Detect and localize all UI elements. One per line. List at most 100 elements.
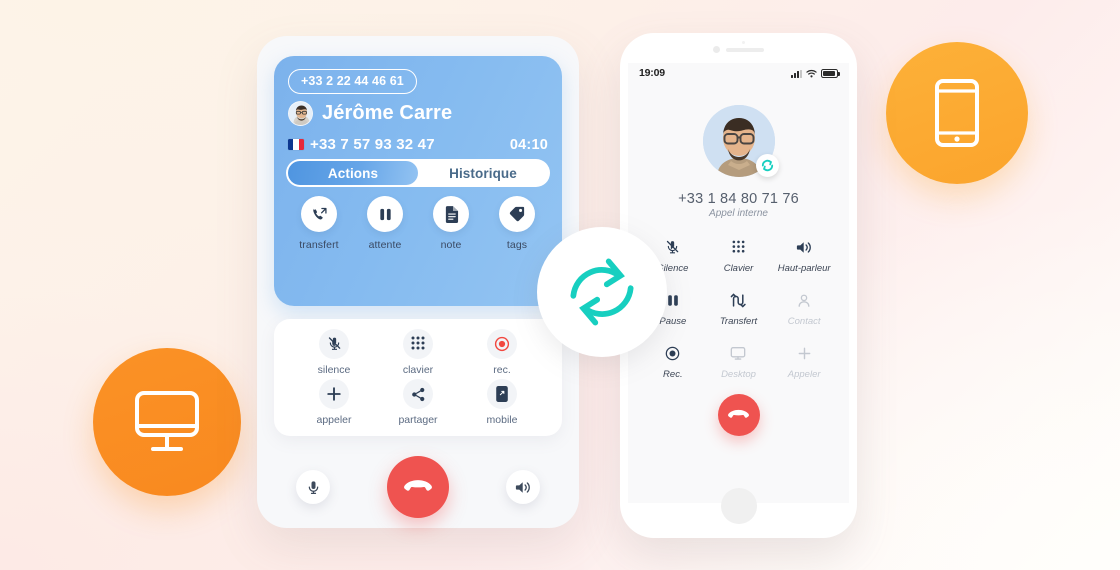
phone-button-label: Transfert	[719, 316, 758, 327]
sync-refresh-icon	[559, 249, 645, 335]
plus-icon	[319, 379, 349, 410]
battery-icon	[821, 69, 840, 78]
dialpad-icon	[732, 237, 745, 257]
record-icon	[665, 343, 680, 363]
wifi-icon	[806, 69, 817, 78]
desktop-badge-circle	[93, 348, 241, 496]
sync-badge-icon	[755, 154, 779, 177]
hangup-phone-icon	[404, 479, 432, 495]
share-icon	[403, 379, 433, 410]
phone-call-type: Appel interne	[709, 208, 768, 219]
phone-button-contact[interactable]: Contact	[771, 290, 837, 327]
home-button[interactable]	[720, 488, 757, 524]
speaker-icon	[515, 480, 532, 495]
phone-status-bar: 19:09	[628, 63, 849, 83]
phone-button-label: Desktop	[721, 369, 756, 380]
function-silence[interactable]: silence	[292, 328, 376, 376]
pause-icon	[367, 196, 403, 232]
call-timer: 04:10	[509, 136, 548, 153]
pause-icon	[666, 290, 680, 310]
illustration-canvas: +33 2 22 44 46 61 Jérôme Carre +33 7 57 …	[0, 0, 1120, 570]
microphone-button[interactable]	[296, 470, 330, 504]
hangup-phone-icon	[728, 409, 749, 421]
function-label: mobile	[486, 414, 518, 427]
function-label: rec.	[493, 363, 511, 376]
function-partager[interactable]: partager	[376, 379, 460, 426]
action-label: attente	[368, 239, 402, 251]
phone-button-haut-parleur[interactable]: Haut-parleur	[771, 237, 837, 274]
call-transfer-icon	[730, 290, 747, 310]
phone-button-label: Haut-parleur	[777, 263, 831, 274]
tab-historique[interactable]: Historique	[418, 161, 548, 185]
document-note-icon	[433, 196, 469, 232]
action-transfert[interactable]: transfert	[286, 196, 352, 251]
sensor-dot	[741, 41, 745, 44]
phone-button-appeler[interactable]: Appeler	[771, 343, 837, 380]
plus-icon	[797, 343, 812, 363]
action-label: transfert	[299, 239, 339, 251]
hangup-button[interactable]	[387, 456, 449, 518]
status-clock: 19:09	[639, 67, 665, 79]
tag-icon	[499, 196, 535, 232]
function-label: appeler	[316, 414, 352, 427]
phone-button-rec[interactable]: Rec.	[640, 343, 706, 380]
mobile-phone-icon	[933, 78, 981, 148]
speaker-icon	[796, 237, 813, 257]
function-label: silence	[317, 363, 351, 376]
person-icon	[797, 290, 811, 310]
function-rec[interactable]: rec.	[460, 328, 544, 376]
action-label: tags	[506, 239, 528, 251]
function-label: clavier	[402, 363, 434, 376]
desktop-softphone-window: +33 2 22 44 46 61 Jérôme Carre +33 7 57 …	[257, 36, 579, 528]
hangup-button[interactable]	[717, 394, 760, 436]
action-button-grid: transfert attente note tags	[286, 196, 550, 251]
phone-button-clavier[interactable]: Clavier	[706, 237, 772, 274]
call-tabs: Actions Historique	[286, 159, 550, 187]
earpiece-speaker	[725, 48, 764, 52]
caller-number-row: +33 7 57 93 32 47 04:10	[288, 136, 548, 153]
mobile-badge-circle	[886, 42, 1028, 184]
microphone-icon	[306, 480, 321, 495]
function-appeler[interactable]: appeler	[292, 379, 376, 426]
front-camera-icon	[712, 46, 720, 53]
desktop-monitor-icon	[131, 389, 203, 455]
caller-phone-number: +33 7 57 93 32 47	[310, 136, 435, 153]
function-mobile[interactable]: mobile	[460, 379, 544, 426]
caller-id-pill: +33 2 22 44 46 61	[288, 69, 417, 94]
france-flag-icon	[288, 139, 304, 150]
call-transfer-icon	[301, 196, 337, 232]
caller-identity-row: Jérôme Carre	[288, 101, 452, 126]
action-tags[interactable]: tags	[484, 196, 550, 251]
status-icons	[791, 69, 840, 78]
caller-avatar	[288, 101, 313, 126]
phone-button-label: Contact	[787, 316, 821, 327]
desktop-monitor-icon	[730, 343, 746, 363]
action-label: note	[440, 239, 462, 251]
phone-button-transfert[interactable]: Transfert	[706, 290, 772, 327]
speaker-button[interactable]	[506, 470, 540, 504]
mobile-device-icon	[487, 379, 517, 410]
active-call-header: +33 2 22 44 46 61 Jérôme Carre +33 7 57 …	[274, 56, 562, 306]
tab-actions[interactable]: Actions	[288, 161, 418, 185]
call-functions-card: silence clavier rec. appeler partager mo…	[274, 319, 562, 436]
microphone-muted-icon	[319, 328, 349, 359]
phone-top-bezel	[620, 33, 857, 61]
action-attente[interactable]: attente	[352, 196, 418, 251]
caller-name: Jérôme Carre	[322, 102, 453, 124]
sync-indicator	[537, 227, 667, 357]
phone-button-label: Clavier	[723, 263, 754, 274]
phone-button-desktop[interactable]: Desktop	[706, 343, 772, 380]
function-label: partager	[398, 414, 438, 427]
record-icon	[487, 328, 517, 359]
phone-button-label: Pause	[659, 316, 687, 327]
dialpad-icon	[403, 328, 433, 359]
function-clavier[interactable]: clavier	[376, 328, 460, 376]
action-note[interactable]: note	[418, 196, 484, 251]
phone-button-label: Appeler	[787, 369, 821, 380]
phone-avatar-wrap	[702, 105, 779, 177]
phone-button-label: Rec.	[663, 369, 683, 380]
call-controls-bar	[274, 448, 562, 526]
phone-call-number: +33 1 84 80 71 76	[678, 191, 799, 207]
microphone-muted-icon	[665, 237, 680, 257]
cellular-signal-icon	[791, 69, 802, 78]
